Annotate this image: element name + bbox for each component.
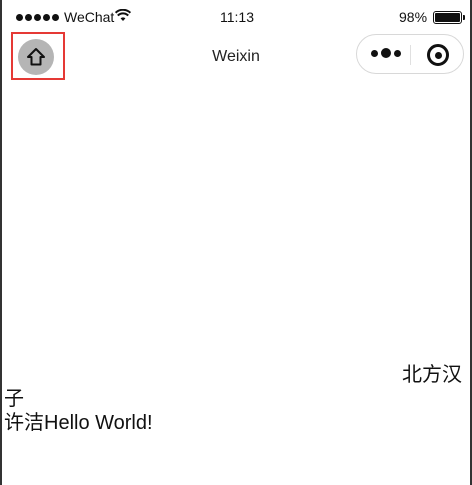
nav-bar: Weixin <box>2 32 470 82</box>
signal-icon <box>16 14 59 21</box>
menu-capsule <box>356 34 464 74</box>
battery-percent: 98% <box>399 9 428 25</box>
capsule-divider <box>410 45 411 65</box>
status-bar: WeChat 11:13 98% <box>2 0 470 32</box>
wifi-icon <box>114 8 132 26</box>
more-dots-icon[interactable] <box>371 48 401 58</box>
carrier-label: WeChat <box>64 9 115 25</box>
close-target-icon[interactable] <box>427 44 449 66</box>
page-content: 北方汉 子 许洁Hello World! <box>2 363 470 435</box>
phone-frame: WeChat 11:13 98% Weixin 北方汉 子 许洁Hello Wo… <box>0 0 472 485</box>
text-line-2: 子 <box>4 388 24 410</box>
battery-icon <box>433 11 465 24</box>
text-line-3: 许洁Hello World! <box>4 412 153 434</box>
clock-time: 11:13 <box>220 9 254 25</box>
text-line-1: 北方汉 <box>402 364 462 386</box>
